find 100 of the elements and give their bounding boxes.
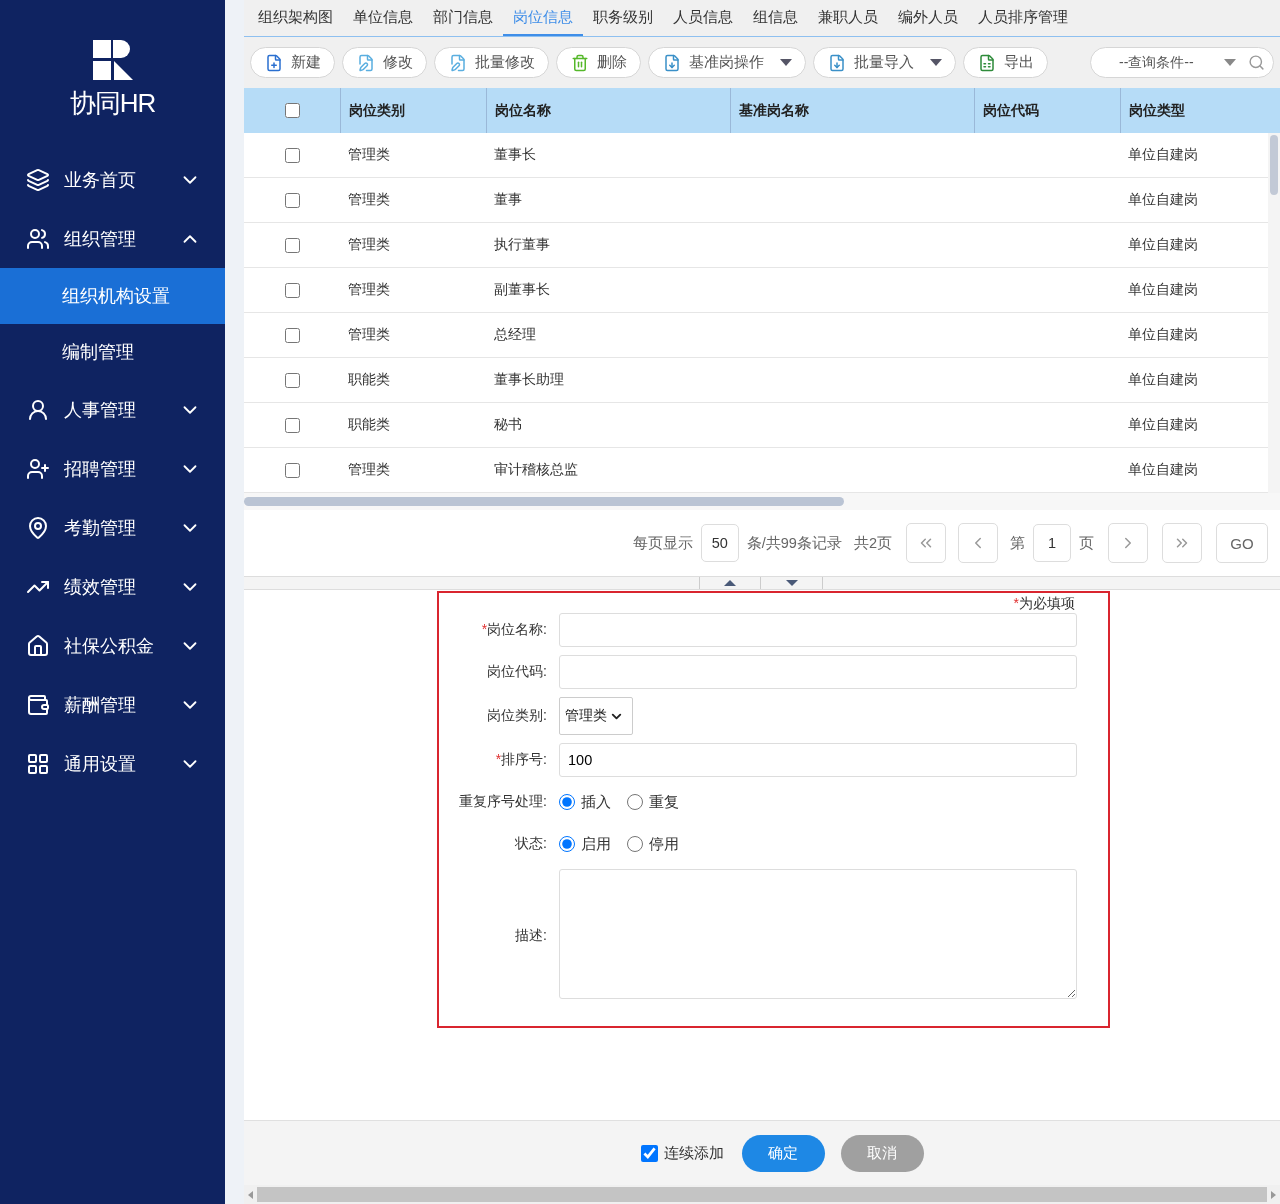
radio-button[interactable] <box>627 794 643 810</box>
table-cell: 管理类 <box>348 191 390 209</box>
column-header: 岗位类型 <box>1120 88 1266 133</box>
table-cell: 单位自建岗 <box>1128 191 1198 209</box>
radio-option[interactable]: 重复 <box>627 792 679 812</box>
table-cell: 单位自建岗 <box>1128 146 1198 164</box>
tab[interactable]: 人员信息 <box>663 0 743 36</box>
tab[interactable]: 单位信息 <box>343 0 423 36</box>
grid-icon <box>26 751 50 776</box>
field-label: *岗位名称: <box>480 621 547 639</box>
field-label: 岗位类别: <box>486 707 547 725</box>
row-checkbox[interactable] <box>284 237 300 253</box>
collapse-up-button[interactable] <box>699 577 761 589</box>
tab[interactable]: 组织架构图 <box>248 0 343 36</box>
toolbar-button[interactable]: 基准岗操作 <box>648 47 806 78</box>
people-icon <box>26 226 50 251</box>
field-label: 描述: <box>514 926 547 945</box>
tab[interactable]: 编外人员 <box>888 0 968 36</box>
tab[interactable]: 人员排序管理 <box>968 0 1078 36</box>
table-cell: 董事长 <box>494 146 536 164</box>
sidebar-item[interactable]: 组织管理 <box>0 209 225 268</box>
sidebar-subitem[interactable]: 编制管理 <box>0 324 225 380</box>
column-header: 岗位代码 <box>974 88 1120 133</box>
row-checkbox[interactable] <box>284 327 300 343</box>
toolbar-button[interactable]: 批量导入 <box>813 47 956 78</box>
trash-icon <box>571 53 589 72</box>
logo-text: 协同HR <box>69 86 156 120</box>
search-icon <box>1248 54 1265 71</box>
select-field[interactable]: 管理类 <box>559 697 633 735</box>
house-icon <box>26 633 50 658</box>
tab[interactable]: 组信息 <box>743 0 808 36</box>
horizontal-scrollbar[interactable] <box>244 1185 1280 1204</box>
per-page-label: 每页显示 <box>632 533 693 553</box>
horizontal-scrollbar[interactable] <box>244 493 1280 510</box>
table-cell: 管理类 <box>348 326 390 344</box>
wallet-icon <box>26 692 50 717</box>
row-checkbox[interactable] <box>284 192 300 208</box>
table-cell: 单位自建岗 <box>1128 416 1198 434</box>
continue-add-checkbox[interactable] <box>640 1144 658 1162</box>
column-header: 岗位名称 <box>486 88 730 133</box>
table-cell: 单位自建岗 <box>1128 281 1198 299</box>
row-checkbox[interactable] <box>284 282 300 298</box>
field-label: 状态: <box>514 835 547 853</box>
person-icon <box>26 397 50 422</box>
required-note: *为必填项 <box>1012 594 1075 613</box>
radio-option[interactable]: 启用 <box>559 834 611 854</box>
page-field[interactable]: 1 <box>1033 524 1071 562</box>
tab[interactable]: 部门信息 <box>423 0 503 36</box>
radio-button[interactable] <box>559 794 575 810</box>
table-cell: 单位自建岗 <box>1128 326 1198 344</box>
radio-button[interactable] <box>559 836 575 852</box>
sidebar-item[interactable]: 绩效管理 <box>0 557 225 616</box>
sidebar-item[interactable]: 通用设置 <box>0 734 225 793</box>
text-field[interactable] <box>559 655 1077 689</box>
row-checkbox[interactable] <box>284 462 300 478</box>
continue-add-option[interactable]: 连续添加 <box>640 1143 724 1163</box>
radio-option[interactable]: 停用 <box>627 834 679 854</box>
file-download-icon <box>663 53 681 72</box>
table-cell: 单位自建岗 <box>1128 371 1198 389</box>
table-cell: 秘书 <box>494 416 522 434</box>
query-select[interactable]: --查询条件-- <box>1090 47 1274 78</box>
go-button[interactable]: GO <box>1216 523 1268 563</box>
confirm-button[interactable]: 确定 <box>741 1134 825 1172</box>
row-checkbox[interactable] <box>284 147 300 163</box>
radio-option[interactable]: 插入 <box>559 792 611 812</box>
column-header: 基准岗名称 <box>730 88 974 133</box>
sidebar-subitem[interactable]: 组织机构设置 <box>0 268 225 324</box>
table-cell: 单位自建岗 <box>1128 461 1198 479</box>
text-field[interactable] <box>559 613 1077 647</box>
toolbar-button[interactable]: 删除 <box>556 47 641 78</box>
field-label: 重复序号处理: <box>458 793 547 811</box>
sidebar-item[interactable]: 考勤管理 <box>0 498 225 557</box>
radio-button[interactable] <box>627 836 643 852</box>
vertical-scrollbar[interactable] <box>1268 133 1280 493</box>
toolbar-button[interactable]: 导出 <box>963 47 1048 78</box>
sidebar-item[interactable]: 人事管理 <box>0 380 225 439</box>
pages-label: 共2页 <box>853 533 892 553</box>
column-header: 岗位类别 <box>340 88 486 133</box>
tab[interactable]: 职务级别 <box>583 0 663 36</box>
records-label: 条/共99条记录 <box>746 533 842 553</box>
row-checkbox[interactable] <box>284 372 300 388</box>
table-cell: 职能类 <box>348 371 390 389</box>
text-field[interactable]: 100 <box>559 743 1077 777</box>
toolbar-button[interactable]: 批量修改 <box>434 47 549 78</box>
toolbar-button[interactable]: 新建 <box>250 47 335 78</box>
row-checkbox[interactable] <box>284 417 300 433</box>
table-cell: 总经理 <box>494 326 536 344</box>
layers-icon <box>26 167 50 192</box>
select-all-checkbox[interactable] <box>284 103 300 118</box>
sidebar-item[interactable]: 社保公积金 <box>0 616 225 675</box>
tab[interactable]: 兼职人员 <box>808 0 888 36</box>
description-field[interactable] <box>559 869 1077 999</box>
field-label: *排序号: <box>494 751 547 769</box>
toolbar-button[interactable]: 修改 <box>342 47 427 78</box>
table-cell: 董事长助理 <box>494 371 564 389</box>
sidebar-item[interactable]: 薪酬管理 <box>0 675 225 734</box>
sidebar-item[interactable]: 招聘管理 <box>0 439 225 498</box>
sidebar-item[interactable]: 业务首页 <box>0 150 225 209</box>
table-cell: 管理类 <box>348 281 390 299</box>
per-page-field[interactable]: 50 <box>700 524 739 562</box>
